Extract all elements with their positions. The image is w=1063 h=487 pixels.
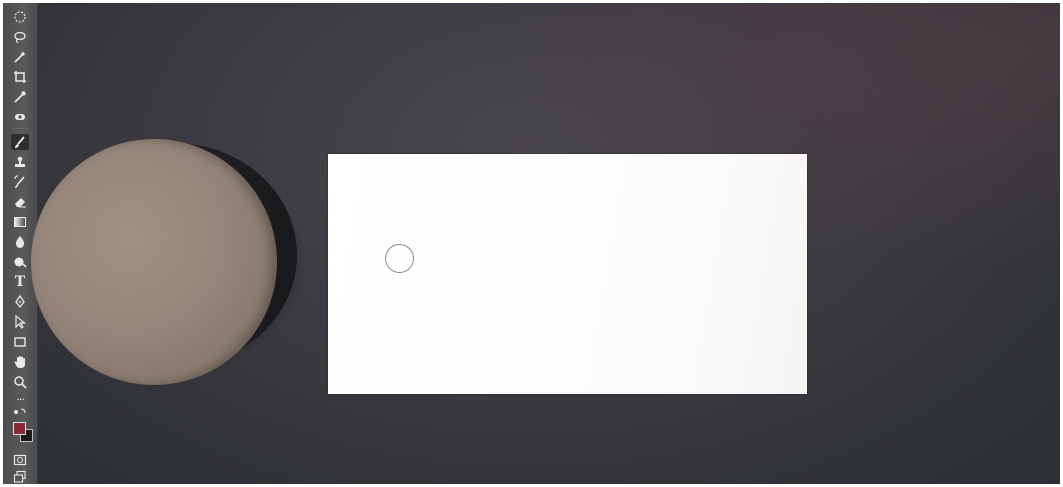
type-tool[interactable]: T [11,274,29,290]
history-brush-tool[interactable] [11,174,29,190]
hand-icon [14,356,25,368]
swap-icon [14,408,26,414]
crop-tool[interactable] [11,69,29,85]
quick-mask-icon [13,454,27,466]
rectangle-icon [14,337,26,347]
brush-icon [15,136,25,148]
history-brush-icon [14,175,25,188]
gradient-icon [14,217,26,227]
swap-colors-button[interactable] [11,407,29,417]
ellipse-marquee-icon [14,11,26,23]
magic-wand-icon [14,51,26,63]
blur-tool[interactable] [11,234,29,250]
screen-mode-icon [13,470,26,483]
magic-wand-tool[interactable] [11,49,29,65]
spot-healing-tool[interactable] [11,109,29,125]
eraser-tool[interactable] [11,194,29,210]
bandage-icon [15,114,25,120]
crop-icon [14,71,26,83]
screen-photo: T ··· [3,3,1060,484]
gradient-tool[interactable] [11,214,29,230]
brush-cursor [385,244,414,273]
screen-mode-button[interactable] [11,469,29,484]
type-icon: T [14,274,26,290]
rectangle-tool[interactable] [11,334,29,350]
dodge-icon [14,257,27,268]
zoom-tool[interactable] [11,374,29,390]
drop-icon [15,236,25,248]
pen-tool[interactable] [11,294,29,310]
surface-dial [31,139,277,385]
pen-icon [15,295,25,309]
eraser-icon [15,198,26,208]
clone-stamp-tool[interactable] [11,154,29,170]
document-canvas[interactable] [328,154,807,394]
lasso-icon [14,31,26,44]
foreground-color-swatch[interactable] [13,422,26,435]
stamp-icon [15,156,25,167]
dodge-tool[interactable] [11,254,29,270]
tool-separator [12,128,28,129]
elliptical-marquee-tool[interactable] [11,9,29,25]
brush-tool[interactable] [11,134,29,150]
eyedropper-tool[interactable] [11,89,29,105]
magnifier-icon [14,376,27,389]
quick-mask-button[interactable] [11,452,29,468]
path-selection-tool[interactable] [11,314,29,330]
hand-tool[interactable] [11,354,29,370]
arrow-icon [15,315,27,329]
eyedropper-icon [14,91,26,103]
lasso-tool[interactable] [11,29,29,45]
